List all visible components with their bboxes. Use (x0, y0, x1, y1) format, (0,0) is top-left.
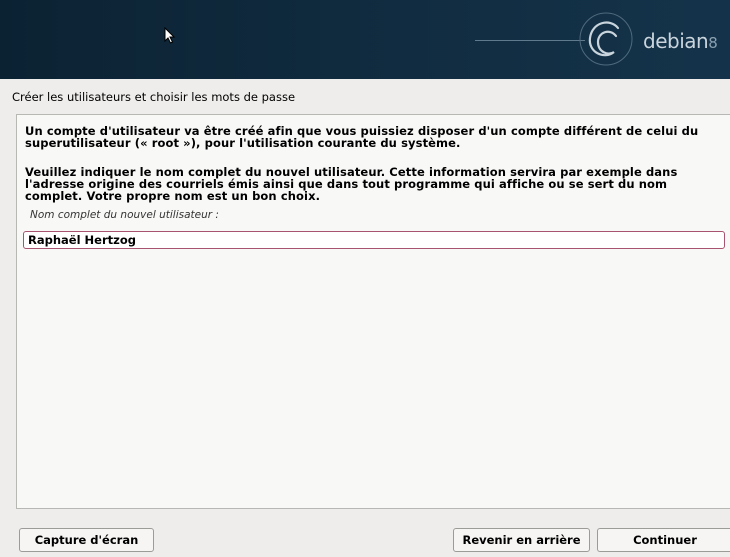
content-panel: Un compte d'utilisateur va être créé afi… (16, 114, 730, 509)
installer-header: debian8 (0, 0, 730, 79)
debian-swirl-icon (579, 12, 633, 66)
debian-logo: debian8 (643, 29, 718, 53)
back-button[interactable]: Revenir en arrière (453, 528, 590, 552)
mouse-pointer-icon (164, 27, 176, 44)
full-name-label: Nom complet du nouvel utilisateur : (30, 209, 219, 221)
full-name-input[interactable]: Raphaël Hertzog (23, 231, 725, 249)
continue-button[interactable]: Continuer (597, 528, 730, 552)
intro-paragraph: Un compte d'utilisateur va être créé afi… (25, 124, 699, 150)
debian-logo-text: debian (643, 29, 709, 53)
screenshot-button[interactable]: Capture d'écran (19, 528, 154, 552)
header-divider-line (475, 40, 585, 41)
debian-version: 8 (708, 34, 718, 52)
instruction-paragraph: Veuillez indiquer le nom complet du nouv… (25, 165, 678, 203)
page-title: Créer les utilisateurs et choisir les mo… (12, 90, 296, 104)
